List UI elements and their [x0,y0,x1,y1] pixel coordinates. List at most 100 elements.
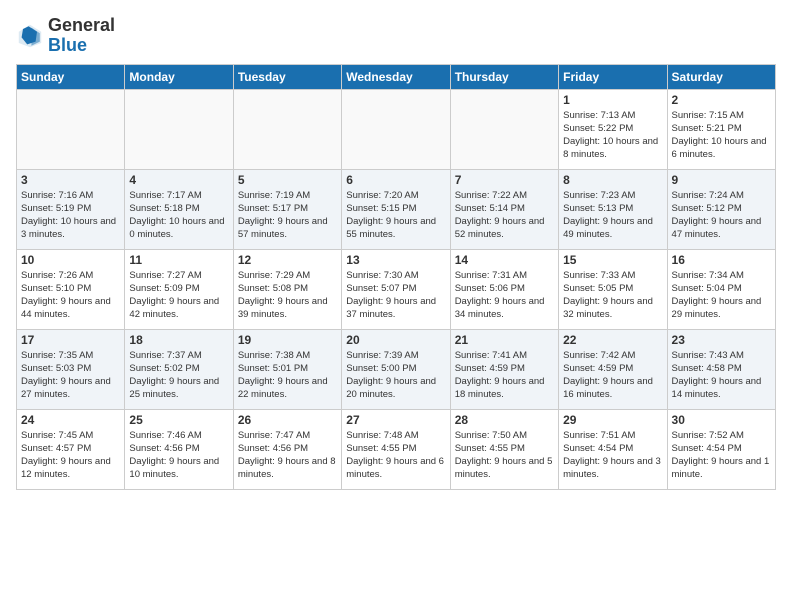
calendar-cell [450,89,558,169]
day-info: Sunrise: 7:30 AM Sunset: 5:07 PM Dayligh… [346,269,445,322]
calendar-cell: 22Sunrise: 7:42 AM Sunset: 4:59 PM Dayli… [559,329,667,409]
page-header: General Blue [16,16,776,56]
day-number: 18 [129,333,228,347]
calendar-week-row: 17 Sunrise: 7:35 AM Sunset: 5:03 PM Dayli… [17,329,776,409]
calendar-cell: 10 Sunrise: 7:26 AM Sunset: 5:10 PM Dayli… [17,249,125,329]
calendar-cell [233,89,341,169]
day-info: Sunrise: 7:45 AM Sunset: 4:57 PM Dayligh… [21,429,120,482]
day-number: 9 [672,173,771,187]
calendar-cell: 12 Sunrise: 7:29 AM Sunset: 5:08 PM Dayli… [233,249,341,329]
weekday-header: Sunday [17,64,125,89]
day-number: 7 [455,173,554,187]
calendar-cell: 8 Sunrise: 7:23 AM Sunset: 5:13 PM Daylig… [559,169,667,249]
day-info: Sunrise: 7:35 AM Sunset: 5:03 PM Dayligh… [21,349,120,402]
calendar-cell: 5 Sunrise: 7:19 AM Sunset: 5:17 PM Daylig… [233,169,341,249]
calendar-cell: 18 Sunrise: 7:37 AM Sunset: 5:02 PM Dayli… [125,329,233,409]
calendar-cell: 26 Sunrise: 7:47 AM Sunset: 4:56 PM Dayli… [233,409,341,489]
calendar-cell: 25Sunrise: 7:46 AM Sunset: 4:56 PM Dayli… [125,409,233,489]
day-info: Sunrise: 7:16 AM Sunset: 5:19 PM Dayligh… [21,189,120,242]
day-info: Sunrise: 7:26 AM Sunset: 5:10 PM Dayligh… [21,269,120,322]
day-info: Sunrise: 7:13 AM Sunset: 5:22 PM Dayligh… [563,109,662,162]
calendar-week-row: 10 Sunrise: 7:26 AM Sunset: 5:10 PM Dayli… [17,249,776,329]
calendar-cell [125,89,233,169]
day-number: 8 [563,173,662,187]
weekday-header: Monday [125,64,233,89]
day-info: Sunrise: 7:22 AM Sunset: 5:14 PM Dayligh… [455,189,554,242]
day-info: Sunrise: 7:39 AM Sunset: 5:00 PM Dayligh… [346,349,445,402]
day-number: 3 [21,173,120,187]
day-number: 15 [563,253,662,267]
calendar-cell: 21 Sunrise: 7:41 AM Sunset: 4:59 PM Dayli… [450,329,558,409]
calendar-table: SundayMondayTuesdayWednesdayThursdayFrid… [16,64,776,490]
calendar-cell: 11 Sunrise: 7:27 AM Sunset: 5:09 PM Dayli… [125,249,233,329]
calendar-cell: 16Sunrise: 7:34 AM Sunset: 5:04 PM Dayli… [667,249,775,329]
day-info: Sunrise: 7:23 AM Sunset: 5:13 PM Dayligh… [563,189,662,242]
calendar-cell: 7 Sunrise: 7:22 AM Sunset: 5:14 PM Daylig… [450,169,558,249]
calendar-cell: 4 Sunrise: 7:17 AM Sunset: 5:18 PM Daylig… [125,169,233,249]
calendar-cell: 19 Sunrise: 7:38 AM Sunset: 5:01 PM Dayli… [233,329,341,409]
day-info: Sunrise: 7:17 AM Sunset: 5:18 PM Dayligh… [129,189,228,242]
logo-text: General Blue [48,16,115,56]
calendar-cell: 3 Sunrise: 7:16 AM Sunset: 5:19 PM Daylig… [17,169,125,249]
day-number: 17 [21,333,120,347]
day-number: 19 [238,333,337,347]
day-info: Sunrise: 7:33 AM Sunset: 5:05 PM Dayligh… [563,269,662,322]
calendar-cell: 9 Sunrise: 7:24 AM Sunset: 5:12 PM Daylig… [667,169,775,249]
day-number: 20 [346,333,445,347]
day-info: Sunrise: 7:19 AM Sunset: 5:17 PM Dayligh… [238,189,337,242]
day-number: 12 [238,253,337,267]
calendar-cell: 14 Sunrise: 7:31 AM Sunset: 5:06 PM Dayli… [450,249,558,329]
logo: General Blue [16,16,115,56]
day-number: 10 [21,253,120,267]
day-number: 4 [129,173,228,187]
calendar-cell: 30 Sunrise: 7:52 AM Sunset: 4:54 PM Dayli… [667,409,775,489]
calendar-cell: 2 Sunrise: 7:15 AM Sunset: 5:21 PM Daylig… [667,89,775,169]
calendar-cell: 28 Sunrise: 7:50 AM Sunset: 4:55 PM Dayli… [450,409,558,489]
day-info: Sunrise: 7:48 AM Sunset: 4:55 PM Dayligh… [346,429,445,482]
weekday-header: Wednesday [342,64,450,89]
weekday-header: Saturday [667,64,775,89]
day-number: 21 [455,333,554,347]
day-number: 1 [563,93,662,107]
day-info: Sunrise: 7:43 AM Sunset: 4:58 PM Dayligh… [672,349,771,402]
day-info: Sunrise: 7:34 AM Sunset: 5:04 PM Dayligh… [672,269,771,322]
day-number: 26 [238,413,337,427]
calendar-cell: 20 Sunrise: 7:39 AM Sunset: 5:00 PM Dayli… [342,329,450,409]
weekday-header: Thursday [450,64,558,89]
day-info: Sunrise: 7:37 AM Sunset: 5:02 PM Dayligh… [129,349,228,402]
calendar-cell [342,89,450,169]
calendar-week-row: 1 Sunrise: 7:13 AM Sunset: 5:22 PM Daylig… [17,89,776,169]
calendar-cell: 23 Sunrise: 7:43 AM Sunset: 4:58 PM Dayli… [667,329,775,409]
day-info: Sunrise: 7:24 AM Sunset: 5:12 PM Dayligh… [672,189,771,242]
day-info: Sunrise: 7:20 AM Sunset: 5:15 PM Dayligh… [346,189,445,242]
weekday-header-row: SundayMondayTuesdayWednesdayThursdayFrid… [17,64,776,89]
calendar-cell: 29 Sunrise: 7:51 AM Sunset: 4:54 PM Dayli… [559,409,667,489]
day-number: 5 [238,173,337,187]
calendar-cell: 6Sunrise: 7:20 AM Sunset: 5:15 PM Daylig… [342,169,450,249]
day-number: 22 [563,333,662,347]
day-info: Sunrise: 7:51 AM Sunset: 4:54 PM Dayligh… [563,429,662,482]
day-info: Sunrise: 7:50 AM Sunset: 4:55 PM Dayligh… [455,429,554,482]
day-info: Sunrise: 7:46 AM Sunset: 4:56 PM Dayligh… [129,429,228,482]
day-number: 29 [563,413,662,427]
day-number: 11 [129,253,228,267]
day-info: Sunrise: 7:27 AM Sunset: 5:09 PM Dayligh… [129,269,228,322]
calendar-cell: 17 Sunrise: 7:35 AM Sunset: 5:03 PM Dayli… [17,329,125,409]
day-info: Sunrise: 7:15 AM Sunset: 5:21 PM Dayligh… [672,109,771,162]
day-number: 2 [672,93,771,107]
weekday-header: Friday [559,64,667,89]
day-info: Sunrise: 7:38 AM Sunset: 5:01 PM Dayligh… [238,349,337,402]
calendar-cell: 27Sunrise: 7:48 AM Sunset: 4:55 PM Dayli… [342,409,450,489]
day-info: Sunrise: 7:47 AM Sunset: 4:56 PM Dayligh… [238,429,337,482]
day-info: Sunrise: 7:29 AM Sunset: 5:08 PM Dayligh… [238,269,337,322]
day-number: 14 [455,253,554,267]
day-info: Sunrise: 7:41 AM Sunset: 4:59 PM Dayligh… [455,349,554,402]
weekday-header: Tuesday [233,64,341,89]
day-number: 28 [455,413,554,427]
day-info: Sunrise: 7:31 AM Sunset: 5:06 PM Dayligh… [455,269,554,322]
day-info: Sunrise: 7:52 AM Sunset: 4:54 PM Dayligh… [672,429,771,482]
logo-icon [16,22,44,50]
day-number: 30 [672,413,771,427]
calendar-week-row: 3 Sunrise: 7:16 AM Sunset: 5:19 PM Daylig… [17,169,776,249]
day-number: 23 [672,333,771,347]
